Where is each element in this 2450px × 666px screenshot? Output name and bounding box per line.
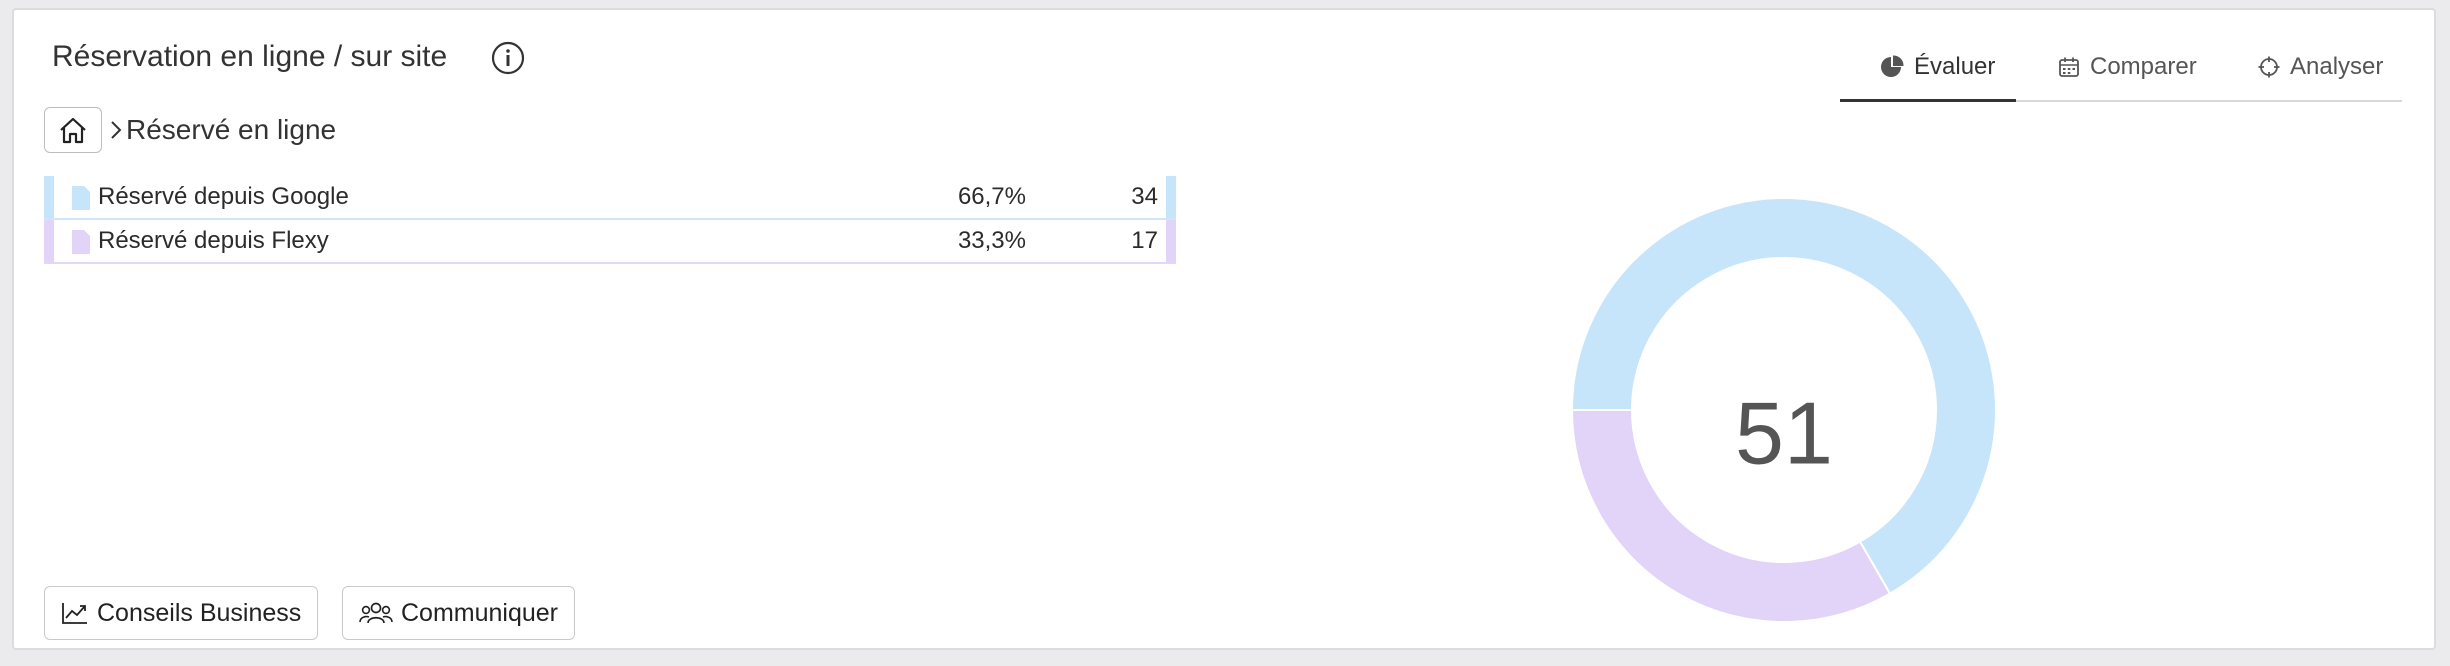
- conseils-business-label: Conseils Business: [97, 598, 302, 627]
- row-color-bar-right: [1166, 176, 1176, 218]
- info-icon[interactable]: [490, 40, 526, 76]
- conseils-business-button[interactable]: Conseils Business: [44, 586, 319, 640]
- table-row[interactable]: Réservé depuis Flexy 33,3% 17: [44, 220, 1176, 264]
- row-color-bar: [44, 176, 54, 218]
- tab-evaluer-label: Évaluer: [1914, 53, 1996, 80]
- row-count: 34: [1131, 183, 1158, 210]
- users-icon: [359, 602, 393, 624]
- row-percent: 33,3%: [957, 227, 1026, 254]
- document-icon: [72, 186, 90, 210]
- document-icon: [72, 230, 90, 254]
- table-row[interactable]: Réservé depuis Google 66,7% 34: [44, 176, 1176, 220]
- chevron-right-icon: [111, 121, 122, 139]
- tab-evaluer[interactable]: Évaluer: [1880, 34, 1995, 100]
- donut-slice-2[interactable]: [1570, 409, 1892, 623]
- active-tab-indicator: [1840, 99, 2016, 102]
- tab-comparer[interactable]: Comparer: [2058, 34, 2197, 100]
- row-color-bar: [44, 220, 54, 262]
- breakdown-table: Réservé depuis Google 66,7% 34 Réservé d…: [44, 176, 1176, 264]
- row-percent: 66,7%: [957, 183, 1026, 210]
- donut-chart: 51: [1570, 197, 1997, 623]
- tab-comparer-label: Comparer: [2090, 53, 2197, 80]
- widget-title: Réservation en ligne / sur site: [52, 40, 448, 73]
- home-icon: [60, 117, 86, 144]
- row-label: Réservé depuis Flexy: [98, 227, 329, 254]
- home-button[interactable]: [44, 107, 102, 153]
- communiquer-label: Communiquer: [401, 598, 559, 627]
- tab-analyser[interactable]: Analyser: [2258, 34, 2383, 100]
- trend-chart-icon: [62, 603, 87, 624]
- breadcrumb-current: Réservé en ligne: [126, 114, 337, 145]
- pie-chart-icon: [1881, 55, 1904, 77]
- breadcrumb: Réservé en ligne: [44, 106, 336, 154]
- crosshair-icon: [2258, 56, 2280, 78]
- calendar-icon: [2059, 57, 2079, 77]
- reservation-widget: Réservation en ligne / sur site Évaluer …: [12, 8, 2436, 650]
- donut-total: 51: [1735, 383, 1833, 482]
- row-color-bar-right: [1166, 220, 1176, 262]
- row-count: 17: [1131, 227, 1158, 254]
- communiquer-button[interactable]: Communiquer: [342, 586, 576, 640]
- row-label: Réservé depuis Google: [98, 183, 349, 210]
- view-tabs: Évaluer Comparer Analyser: [1840, 34, 2402, 102]
- tab-analyser-label: Analyser: [2290, 53, 2384, 80]
